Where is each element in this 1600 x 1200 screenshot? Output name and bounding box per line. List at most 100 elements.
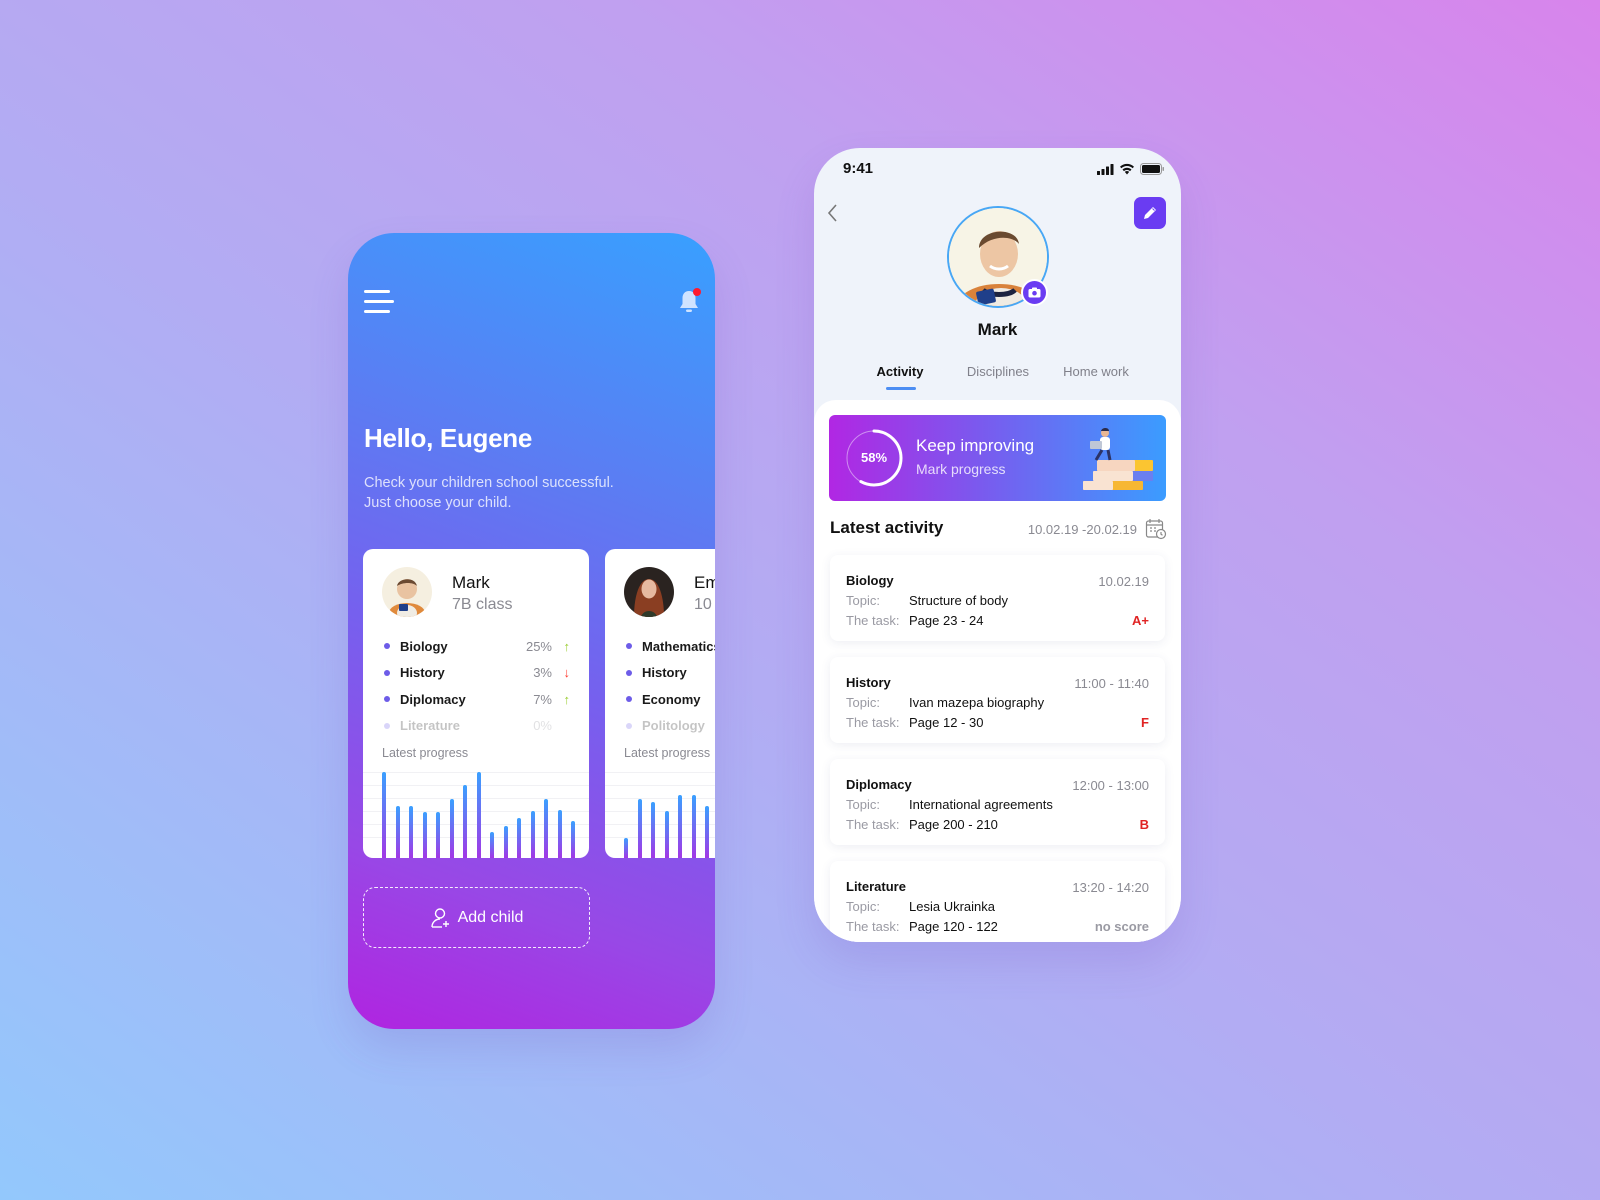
child-name: Emma [694, 573, 715, 592]
dashboard-screen: Hello, Eugene Check your children school… [348, 233, 715, 1029]
bullet-icon [626, 643, 632, 650]
activity-topic-row: Topic: International agreements [846, 797, 1053, 812]
activity-task: Page 23 - 24 [909, 613, 984, 628]
notification-bell-icon[interactable] [678, 288, 702, 316]
chart-bar [624, 838, 628, 858]
subject-name: Literature [400, 718, 460, 734]
camera-icon [1028, 287, 1041, 298]
chart-bar [503, 826, 508, 858]
hamburger-menu-icon[interactable] [364, 290, 394, 314]
change-photo-button[interactable] [1021, 279, 1048, 306]
chart-bar [637, 798, 642, 858]
bullet-icon [626, 669, 632, 676]
activity-card[interactable]: History 11:00 - 11:40 Topic: Ivan mazepa … [830, 657, 1165, 743]
bullet-icon [626, 696, 632, 703]
activity-task-row: The task: Page 200 - 210 [846, 817, 998, 832]
chart-bar [476, 772, 481, 858]
activity-card[interactable]: Literature 13:20 - 14:20 Topic: Lesia Ukr… [830, 861, 1165, 942]
calendar-icon[interactable] [1145, 518, 1167, 540]
profile-name: Mark [977, 320, 1018, 339]
chart-bar [678, 795, 682, 858]
add-child-label: Add child [457, 908, 524, 926]
bullet-icon [384, 643, 390, 650]
activity-grade: no score [1094, 919, 1149, 934]
chart-bar [664, 810, 669, 858]
subject-name: History [400, 665, 445, 681]
chart-bar [490, 832, 494, 858]
chart-bar [395, 806, 400, 858]
subject-row: Literature 0% [382, 713, 572, 740]
activity-task: Page 120 - 122 [909, 919, 998, 934]
activity-time: 12:00 - 13:00 [1072, 778, 1149, 793]
activity-task: Page 12 - 30 [909, 715, 984, 730]
activity-topic-row: Topic: Structure of body [846, 593, 1008, 608]
profile-screen: 9:41 Mark Activity Disciplines Home work… [814, 148, 1181, 942]
latest-activity-title: Latest activity [830, 518, 944, 537]
subtitle-line-2: Just choose your child. [364, 495, 512, 511]
bullet-icon [384, 696, 390, 703]
subject-row: Politology [624, 713, 715, 740]
signal-icon [1097, 163, 1114, 175]
chart-bar [422, 812, 427, 858]
subject-value: 25% [525, 638, 552, 654]
date-range[interactable]: 10.02.19 -20.02.19 [1028, 522, 1137, 537]
progress-percent: 58% [860, 450, 888, 465]
chart-bar [463, 784, 467, 858]
subject-value: 7% [533, 691, 552, 707]
activity-task-row: The task: Page 120 - 122 [846, 919, 998, 934]
subject-name: Politology [642, 718, 705, 734]
back-chevron-icon[interactable] [826, 203, 842, 223]
subject-list: Mathematics History Economy Politology [624, 633, 715, 739]
activity-subject: Literature [846, 879, 906, 894]
progress-banner[interactable]: 58% Keep improving Mark progress [829, 415, 1166, 501]
chart-gridline [363, 772, 589, 773]
subject-name: Economy [642, 691, 701, 707]
banner-subtitle: Mark progress [916, 461, 1006, 477]
activity-task: Page 200 - 210 [909, 817, 998, 832]
activity-grade: B [1139, 817, 1149, 832]
progress-bar-chart [363, 772, 589, 858]
books-illustration-icon [1083, 428, 1153, 490]
subject-value: 3% [533, 665, 552, 681]
child-card-mark[interactable]: Mark 7B class Biology 25% ↑ History 3% ↓ Dip… [363, 549, 589, 858]
subject-value: 0% [533, 718, 552, 734]
task-label: The task: [846, 613, 900, 628]
child-card-emma[interactable]: Emma 10 Mathematics History Economy Poli… [605, 549, 715, 858]
subject-row: Economy [624, 686, 715, 713]
subject-row: History [624, 660, 715, 687]
activity-time: 11:00 - 11:40 [1074, 676, 1149, 691]
activity-card[interactable]: Diplomacy 12:00 - 13:00 Topic: Internatio… [830, 759, 1165, 845]
subject-name: Diplomacy [400, 691, 466, 707]
chart-bar [449, 798, 454, 858]
topic-label: Topic: [846, 797, 880, 812]
tab-disciplines[interactable]: Disciplines [942, 364, 1054, 379]
chart-bar [544, 798, 548, 858]
chart-bar [691, 795, 696, 858]
child-avatar [624, 567, 674, 617]
activity-topic-row: Topic: Lesia Ukrainka [846, 899, 995, 914]
subject-name: Biology [400, 638, 448, 654]
topic-label: Topic: [846, 899, 880, 914]
chart-bar [436, 812, 440, 858]
child-name: Mark [452, 573, 490, 592]
chart-gridline [605, 772, 715, 773]
chart-bar [705, 806, 709, 858]
chart-bar [517, 817, 521, 858]
chart-bar [382, 772, 386, 858]
tab-home-work[interactable]: Home work [1054, 364, 1138, 379]
activity-card[interactable]: Biology 10.02.19 Topic: Structure of body… [830, 555, 1165, 641]
progress-label: Latest progress [382, 746, 469, 760]
tab-activity[interactable]: Activity [858, 364, 942, 390]
activity-subject: Diplomacy [846, 777, 912, 792]
subject-row: History 3% ↓ [382, 660, 572, 687]
status-icons [1097, 163, 1165, 175]
activity-task-row: The task: Page 12 - 30 [846, 715, 983, 730]
topic-label: Topic: [846, 695, 880, 710]
notification-badge [693, 288, 701, 296]
edit-button[interactable] [1134, 197, 1166, 229]
arrow-down-icon: ↓ [563, 665, 571, 681]
add-child-button[interactable]: Add child [363, 887, 590, 948]
task-label: The task: [846, 715, 900, 730]
subtitle-line-1: Check your children school successful. [364, 475, 614, 491]
child-avatar [382, 567, 432, 617]
